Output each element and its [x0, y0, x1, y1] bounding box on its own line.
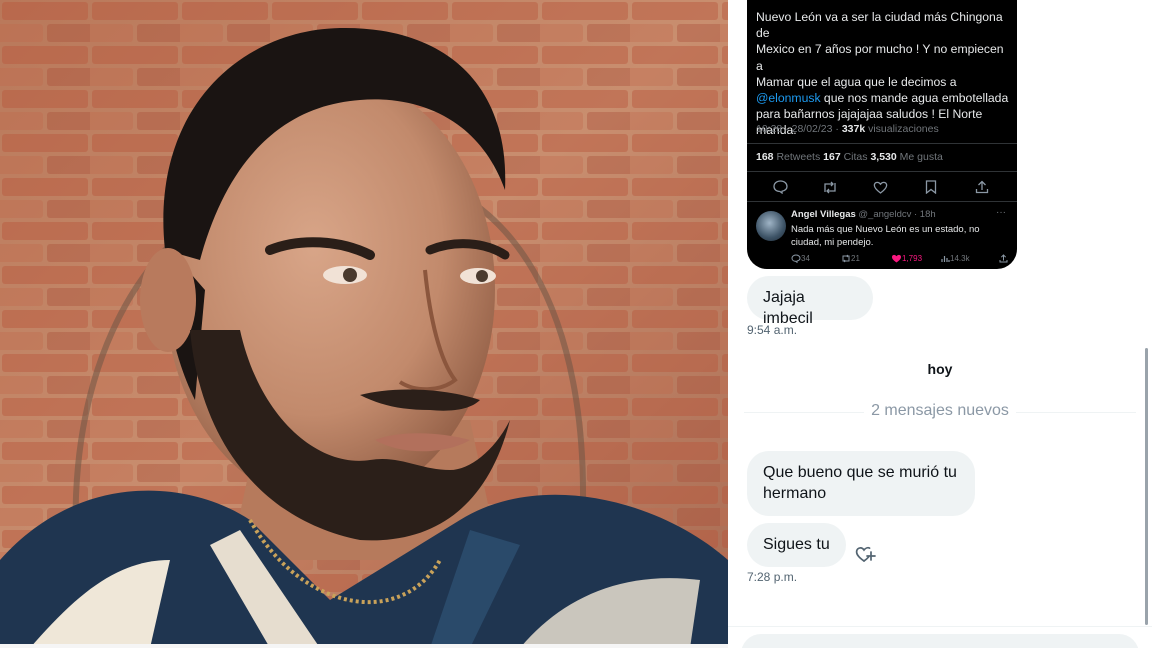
reply-icon[interactable]	[771, 178, 789, 196]
shared-tweet-card[interactable]: Nuevo León va a ser la ciudad más Chingo…	[747, 0, 1017, 269]
tweet-text-line: para bañarnos jajajajaa saludos ! El Nor…	[756, 107, 983, 122]
reply-text: Nada más que Nuevo León es un estado, no…	[791, 224, 980, 248]
reply-handle: @_angeldcv · 18h	[855, 209, 936, 220]
more-icon[interactable]: ···	[996, 207, 1006, 218]
reply-likes-count: 1,793	[902, 254, 923, 263]
likes-count[interactable]: 3,530	[870, 151, 896, 163]
reply-views[interactable]: 14.3k	[941, 254, 970, 265]
tweet-actions	[747, 178, 1017, 196]
message-bubble[interactable]: Jajaja imbecil	[747, 276, 873, 327]
tweet-text-line: Mamar que el agua que le decimos a	[756, 74, 957, 89]
message-bubble[interactable]: Sigues tu	[747, 523, 846, 567]
views-count: 337k	[841, 123, 866, 135]
divider	[728, 626, 1152, 627]
tweet-text-line: que nos mande agua embotellada	[820, 91, 1009, 106]
add-reaction-icon[interactable]	[854, 543, 876, 565]
views-icon	[941, 256, 950, 262]
divider	[747, 143, 1017, 144]
reply-icon	[791, 254, 801, 264]
message-timestamp: 9:54 a.m.	[747, 323, 798, 337]
portrait-photo	[0, 0, 728, 648]
day-separator: hoy	[927, 361, 953, 377]
message-bubble[interactable]: Que bueno que se murió tu hermano	[747, 451, 975, 516]
reply-retweets[interactable]: 21	[841, 254, 860, 265]
retweets-count[interactable]: 168	[756, 151, 774, 163]
reply-actions: 34 21 1,793 14.3k	[791, 254, 1011, 266]
message-timestamp: 7:28 p.m.	[747, 570, 798, 584]
tweet-meta: 10:28 · 28/02/23 · 337k visualizaciones	[756, 123, 939, 135]
new-messages-indicator: 2 mensajes nuevos	[728, 402, 1152, 420]
reply-author-name[interactable]: Angel Villegas	[791, 209, 856, 220]
tweet-text-line: Mexico en 7 años por mucho ! Y no empiec…	[756, 42, 1004, 73]
share-icon[interactable]	[999, 254, 1008, 265]
tweet-text: Nuevo León va a ser la ciudad más Chingo…	[756, 9, 1011, 139]
retweet-icon[interactable]	[821, 178, 839, 196]
like-icon[interactable]	[871, 178, 889, 196]
quotes-label[interactable]: Citas	[841, 151, 871, 163]
portrait-illustration	[0, 0, 728, 648]
views-label: visualizaciones	[865, 123, 939, 135]
tweet-text-line: Nuevo León va a ser la ciudad más Chingo…	[756, 10, 1003, 41]
reply-retweets-count: 21	[851, 254, 860, 263]
tweet-timestamp: 10:28 · 28/02/23 ·	[756, 123, 842, 135]
divider	[747, 171, 1017, 172]
avatar[interactable]	[756, 211, 786, 241]
tweet-stats: 168 Retweets 167 Citas 3,530 Me gusta	[756, 151, 943, 163]
reply-likes[interactable]: 1,793	[891, 254, 922, 265]
reply-replies[interactable]: 34	[791, 254, 810, 265]
likes-label[interactable]: Me gusta	[897, 151, 943, 163]
bookmark-icon[interactable]	[922, 178, 940, 196]
reply-author[interactable]: Angel Villegas @_angeldcv · 18h	[791, 209, 936, 220]
scrollbar[interactable]	[1145, 348, 1148, 625]
retweets-label[interactable]: Retweets	[774, 151, 824, 163]
dm-conversation: Nuevo León va a ser la ciudad más Chingo…	[728, 0, 1152, 648]
retweet-icon	[842, 254, 850, 263]
reply-views-count: 14.3k	[950, 254, 970, 263]
new-messages-label: 2 mensajes nuevos	[865, 402, 1015, 419]
quotes-count[interactable]: 167	[823, 151, 841, 163]
tweet-reply[interactable]: Angel Villegas @_angeldcv · 18h ··· Nada…	[747, 204, 1017, 269]
divider	[747, 201, 1017, 202]
reply-replies-count: 34	[801, 254, 810, 263]
share-icon[interactable]	[973, 178, 991, 196]
like-icon	[891, 254, 902, 263]
tweet-mention-link[interactable]: @elonmusk	[756, 91, 821, 105]
message-composer[interactable]	[741, 634, 1139, 648]
